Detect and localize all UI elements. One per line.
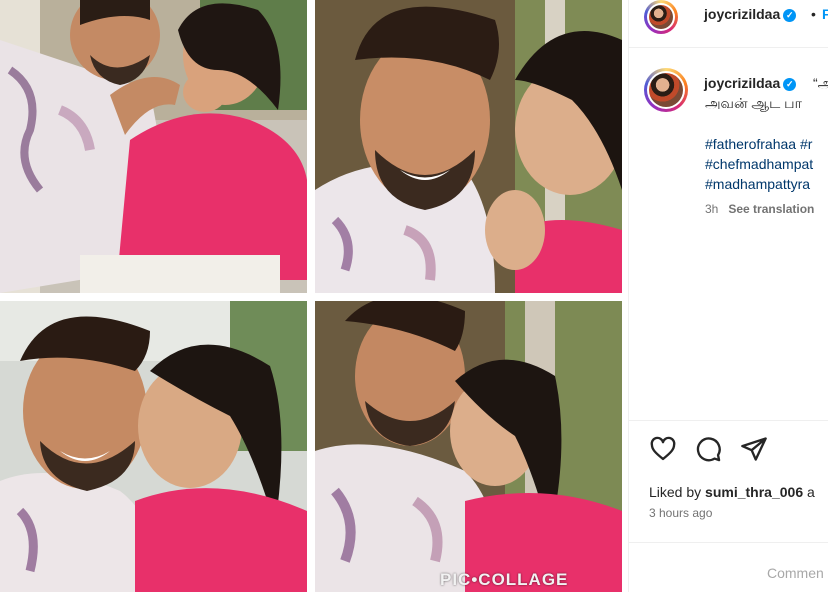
likes-suffix: a [803, 484, 815, 500]
follow-button[interactable]: F [822, 6, 828, 22]
likes-prefix: Liked by [649, 484, 706, 500]
post-time: 3 hours ago [649, 506, 713, 520]
post-side-panel: joycrizildaa✓ • F joycrizildaa✓ “அ அவன் … [628, 0, 828, 592]
collage-watermark: PIC•COLLAGE [440, 570, 569, 589]
post-header: joycrizildaa✓ • F [629, 0, 828, 48]
likes-summary[interactable]: Liked by sumi_thra_006 a [649, 484, 815, 500]
caption-meta: 3h See translation [705, 202, 814, 216]
photo-collage[interactable]: PIC•COLLAGE [0, 0, 628, 592]
caption-username[interactable]: joycrizildaa ✓ [704, 75, 797, 91]
heart-icon[interactable] [649, 435, 677, 463]
verified-icon: ✓ [783, 78, 797, 91]
liked-by-user[interactable]: sumi_thra_006 [705, 484, 803, 500]
author-avatar[interactable] [644, 0, 678, 34]
hashtag-link[interactable]: #madhampattyra [705, 176, 810, 192]
collage-photo-2 [315, 0, 622, 293]
caption-time: 3h [705, 202, 719, 216]
divider [629, 420, 828, 421]
verified-icon: ✓ [783, 9, 797, 22]
hashtag-link[interactable]: #fatherofrahaa #r [705, 136, 812, 152]
collage-photo-4 [315, 301, 622, 592]
author-username[interactable]: joycrizildaa ✓ [704, 6, 797, 22]
comment-icon[interactable] [694, 435, 722, 463]
comment-input[interactable]: Commen [767, 565, 824, 581]
hashtag-link[interactable]: #chefmadhampat [705, 156, 813, 172]
see-translation-button[interactable]: See translation [728, 202, 814, 216]
share-icon[interactable] [740, 435, 768, 463]
caption-text-line2: அவன் ஆட பா [705, 95, 802, 111]
author-username-text: joycrizildaa [704, 6, 781, 22]
caption-avatar[interactable] [644, 68, 688, 112]
caption-text: “அ [813, 75, 828, 91]
collage-photo-1 [0, 0, 307, 293]
collage-photo-3 [0, 301, 307, 592]
header-separator: • [811, 6, 816, 22]
caption-username-text: joycrizildaa [704, 75, 781, 91]
divider [629, 542, 828, 543]
